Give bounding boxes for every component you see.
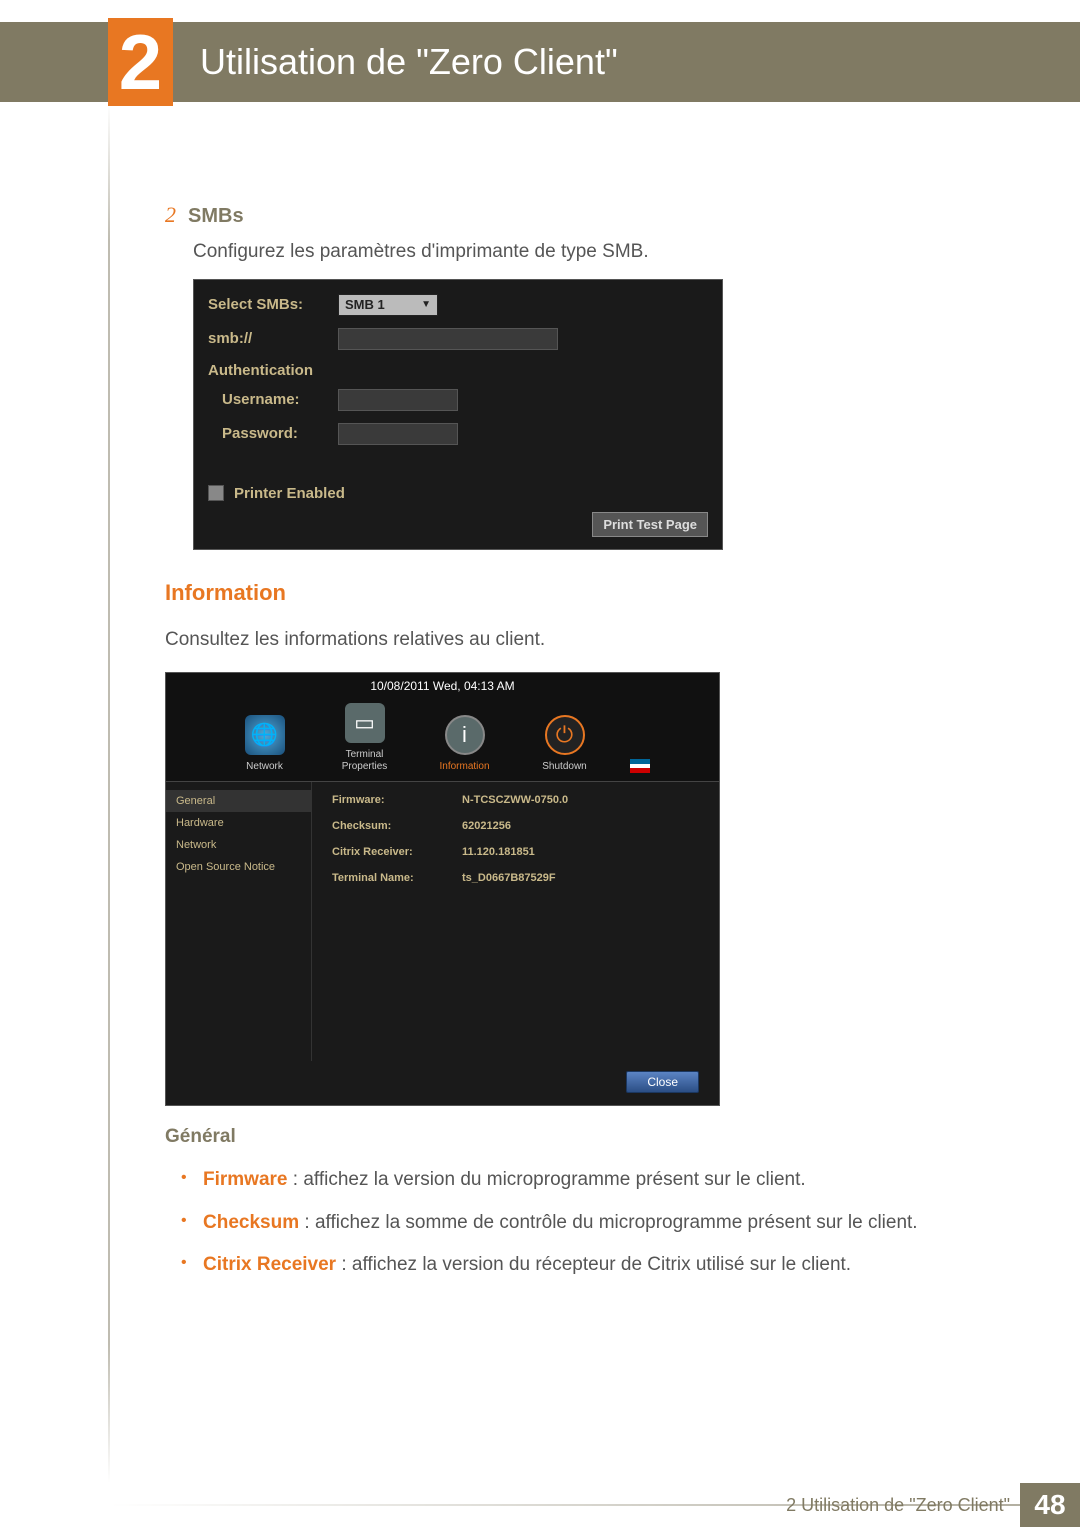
sidebar-item-network[interactable]: Network (166, 834, 311, 856)
general-bullet-list: Firmware : affichez la version du microp… (175, 1166, 980, 1280)
launcher-information-label: Information (430, 761, 500, 773)
info-key: Checksum: (332, 820, 462, 832)
launcher-information[interactable]: i Information (430, 715, 500, 773)
launcher-network-label: Network (230, 761, 300, 773)
info-row-checksum: Checksum: 62021256 (332, 820, 699, 832)
smb-url-input[interactable] (338, 328, 558, 350)
bullet-term: Citrix Receiver (203, 1254, 336, 1275)
list-item: Firmware : affichez la version du microp… (175, 1166, 980, 1195)
info-value: N-TCSCZWW-0750.0 (462, 794, 568, 806)
info-key: Terminal Name: (332, 872, 462, 884)
bullet-term: Checksum (203, 1212, 299, 1233)
info-value: 11.120.181851 (462, 846, 535, 858)
info-row-terminalname: Terminal Name: ts_D0667B87529F (332, 872, 699, 884)
launcher-network[interactable]: 🌐 Network (230, 715, 300, 773)
printer-enabled-checkbox[interactable] (208, 485, 224, 501)
smb-settings-panel: Select SMBs: SMB 1 ▼ smb:// Authenticati… (193, 279, 723, 550)
chevron-down-icon: ▼ (421, 299, 431, 310)
bullet-desc: : affichez la somme de contrôle du micro… (299, 1212, 917, 1233)
chapter-header: 2 Utilisation de "Zero Client" (0, 22, 1080, 102)
smb-select-dropdown[interactable]: SMB 1 ▼ (338, 294, 438, 316)
flag-icon (630, 759, 650, 773)
info-row-citrix: Citrix Receiver: 11.120.181851 (332, 846, 699, 858)
smb-url-label: smb:// (208, 330, 328, 347)
launcher-shutdown-label: Shutdown (530, 761, 600, 773)
printer-enabled-label: Printer Enabled (234, 485, 345, 502)
smb-authentication-heading: Authentication (208, 362, 708, 379)
bullet-desc: : affichez la version du microprogramme … (287, 1169, 805, 1190)
page-footer: 2 Utilisation de "Zero Client" 48 (0, 1483, 1080, 1527)
launcher-shutdown[interactable]: ⏻ Shutdown (530, 715, 600, 773)
information-heading: Information (165, 580, 980, 606)
general-subheading: Général (165, 1126, 980, 1148)
list-item: Checksum : affichez la somme de contrôle… (175, 1209, 980, 1238)
info-sidebar: General Hardware Network Open Source Not… (166, 782, 311, 1061)
chapter-number-badge: 2 (108, 18, 173, 106)
smb-select-label: Select SMBs: (208, 296, 328, 313)
smb-username-label: Username: (222, 391, 328, 408)
smb-username-input[interactable] (338, 389, 458, 411)
sidebar-item-hardware[interactable]: Hardware (166, 812, 311, 834)
info-key: Citrix Receiver: (332, 846, 462, 858)
print-test-page-button[interactable]: Print Test Page (592, 512, 708, 537)
power-icon: ⏻ (545, 715, 585, 755)
smb-password-label: Password: (222, 425, 328, 442)
left-margin-rule (108, 102, 110, 1483)
launcher-terminal-label: Terminal Properties (330, 749, 400, 773)
sidebar-item-general[interactable]: General (166, 790, 311, 812)
step-title: SMBs (188, 205, 244, 228)
close-button[interactable]: Close (626, 1071, 699, 1093)
info-icon: i (445, 715, 485, 755)
info-value: ts_D0667B87529F (462, 872, 556, 884)
launcher-flag[interactable] (630, 759, 656, 773)
step-heading: 2 SMBs (165, 202, 980, 228)
info-value: 62021256 (462, 820, 511, 832)
sidebar-item-opensource[interactable]: Open Source Notice (166, 856, 311, 878)
info-row-firmware: Firmware: N-TCSCZWW-0750.0 (332, 794, 699, 806)
chapter-title: Utilisation de "Zero Client" (200, 41, 618, 83)
info-datetime: 10/08/2011 Wed, 04:13 AM (166, 673, 719, 693)
information-intro: Consultez les informations relatives au … (165, 626, 980, 655)
terminal-icon: ▭ (345, 703, 385, 743)
smb-password-input[interactable] (338, 423, 458, 445)
smb-select-value: SMB 1 (345, 297, 385, 312)
step-description: Configurez les paramètres d'imprimante d… (193, 238, 980, 267)
globe-icon: 🌐 (245, 715, 285, 755)
info-main-panel: Firmware: N-TCSCZWW-0750.0 Checksum: 620… (311, 782, 719, 1061)
launcher-terminal[interactable]: ▭ Terminal Properties (330, 703, 400, 773)
list-item: Citrix Receiver : affichez la version du… (175, 1251, 980, 1280)
bullet-desc: : affichez la version du récepteur de Ci… (336, 1254, 851, 1275)
footer-chapter-text: 2 Utilisation de "Zero Client" (786, 1495, 1010, 1516)
info-key: Firmware: (332, 794, 462, 806)
page-number-badge: 48 (1020, 1483, 1080, 1527)
bullet-term: Firmware (203, 1169, 287, 1190)
information-screenshot: 10/08/2011 Wed, 04:13 AM 🌐 Network ▭ Ter… (165, 672, 720, 1106)
step-number: 2 (165, 202, 176, 228)
launcher-bar: 🌐 Network ▭ Terminal Properties i Inform… (166, 703, 719, 773)
